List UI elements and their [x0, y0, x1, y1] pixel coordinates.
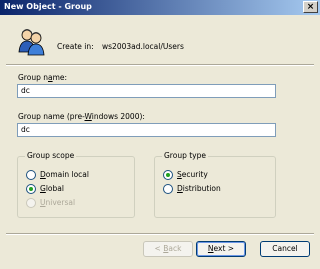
group-type-legend: Group type	[162, 151, 208, 160]
footer-separator	[6, 233, 314, 235]
create-in-label: Create in:	[57, 42, 94, 51]
group-name-pre2000-label: Group name (pre-Windows 2000):	[18, 112, 145, 121]
group-scope-box: Group scope Domain local Global Universa…	[17, 151, 135, 218]
next-button[interactable]: Next >	[196, 241, 246, 257]
radio-indicator-checked[interactable]	[26, 184, 36, 194]
window-title: New Object - Group	[4, 2, 92, 11]
header-separator	[6, 64, 314, 66]
radio-indicator[interactable]	[163, 184, 173, 194]
group-name-pre2000-input[interactable]: dc	[17, 123, 276, 137]
group-name-label: Group name:	[18, 73, 68, 82]
radio-indicator-disabled	[26, 198, 36, 208]
radio-indicator-checked[interactable]	[163, 170, 173, 180]
close-button[interactable]: ×	[303, 1, 318, 13]
users-group-icon	[18, 29, 45, 56]
title-bar: New Object - Group ×	[0, 0, 320, 15]
group-type-box: Group type Security Distribution	[154, 151, 276, 218]
group-name-input[interactable]: dc	[17, 84, 276, 98]
cancel-button[interactable]: Cancel	[260, 241, 310, 257]
group-scope-legend: Group scope	[25, 151, 77, 160]
back-button[interactable]: < Back	[143, 241, 193, 257]
create-in-path: ws2003ad.local/Users	[102, 42, 184, 51]
radio-indicator[interactable]	[26, 170, 36, 180]
dialog-header: Create in: ws2003ad.local/Users	[0, 15, 320, 65]
